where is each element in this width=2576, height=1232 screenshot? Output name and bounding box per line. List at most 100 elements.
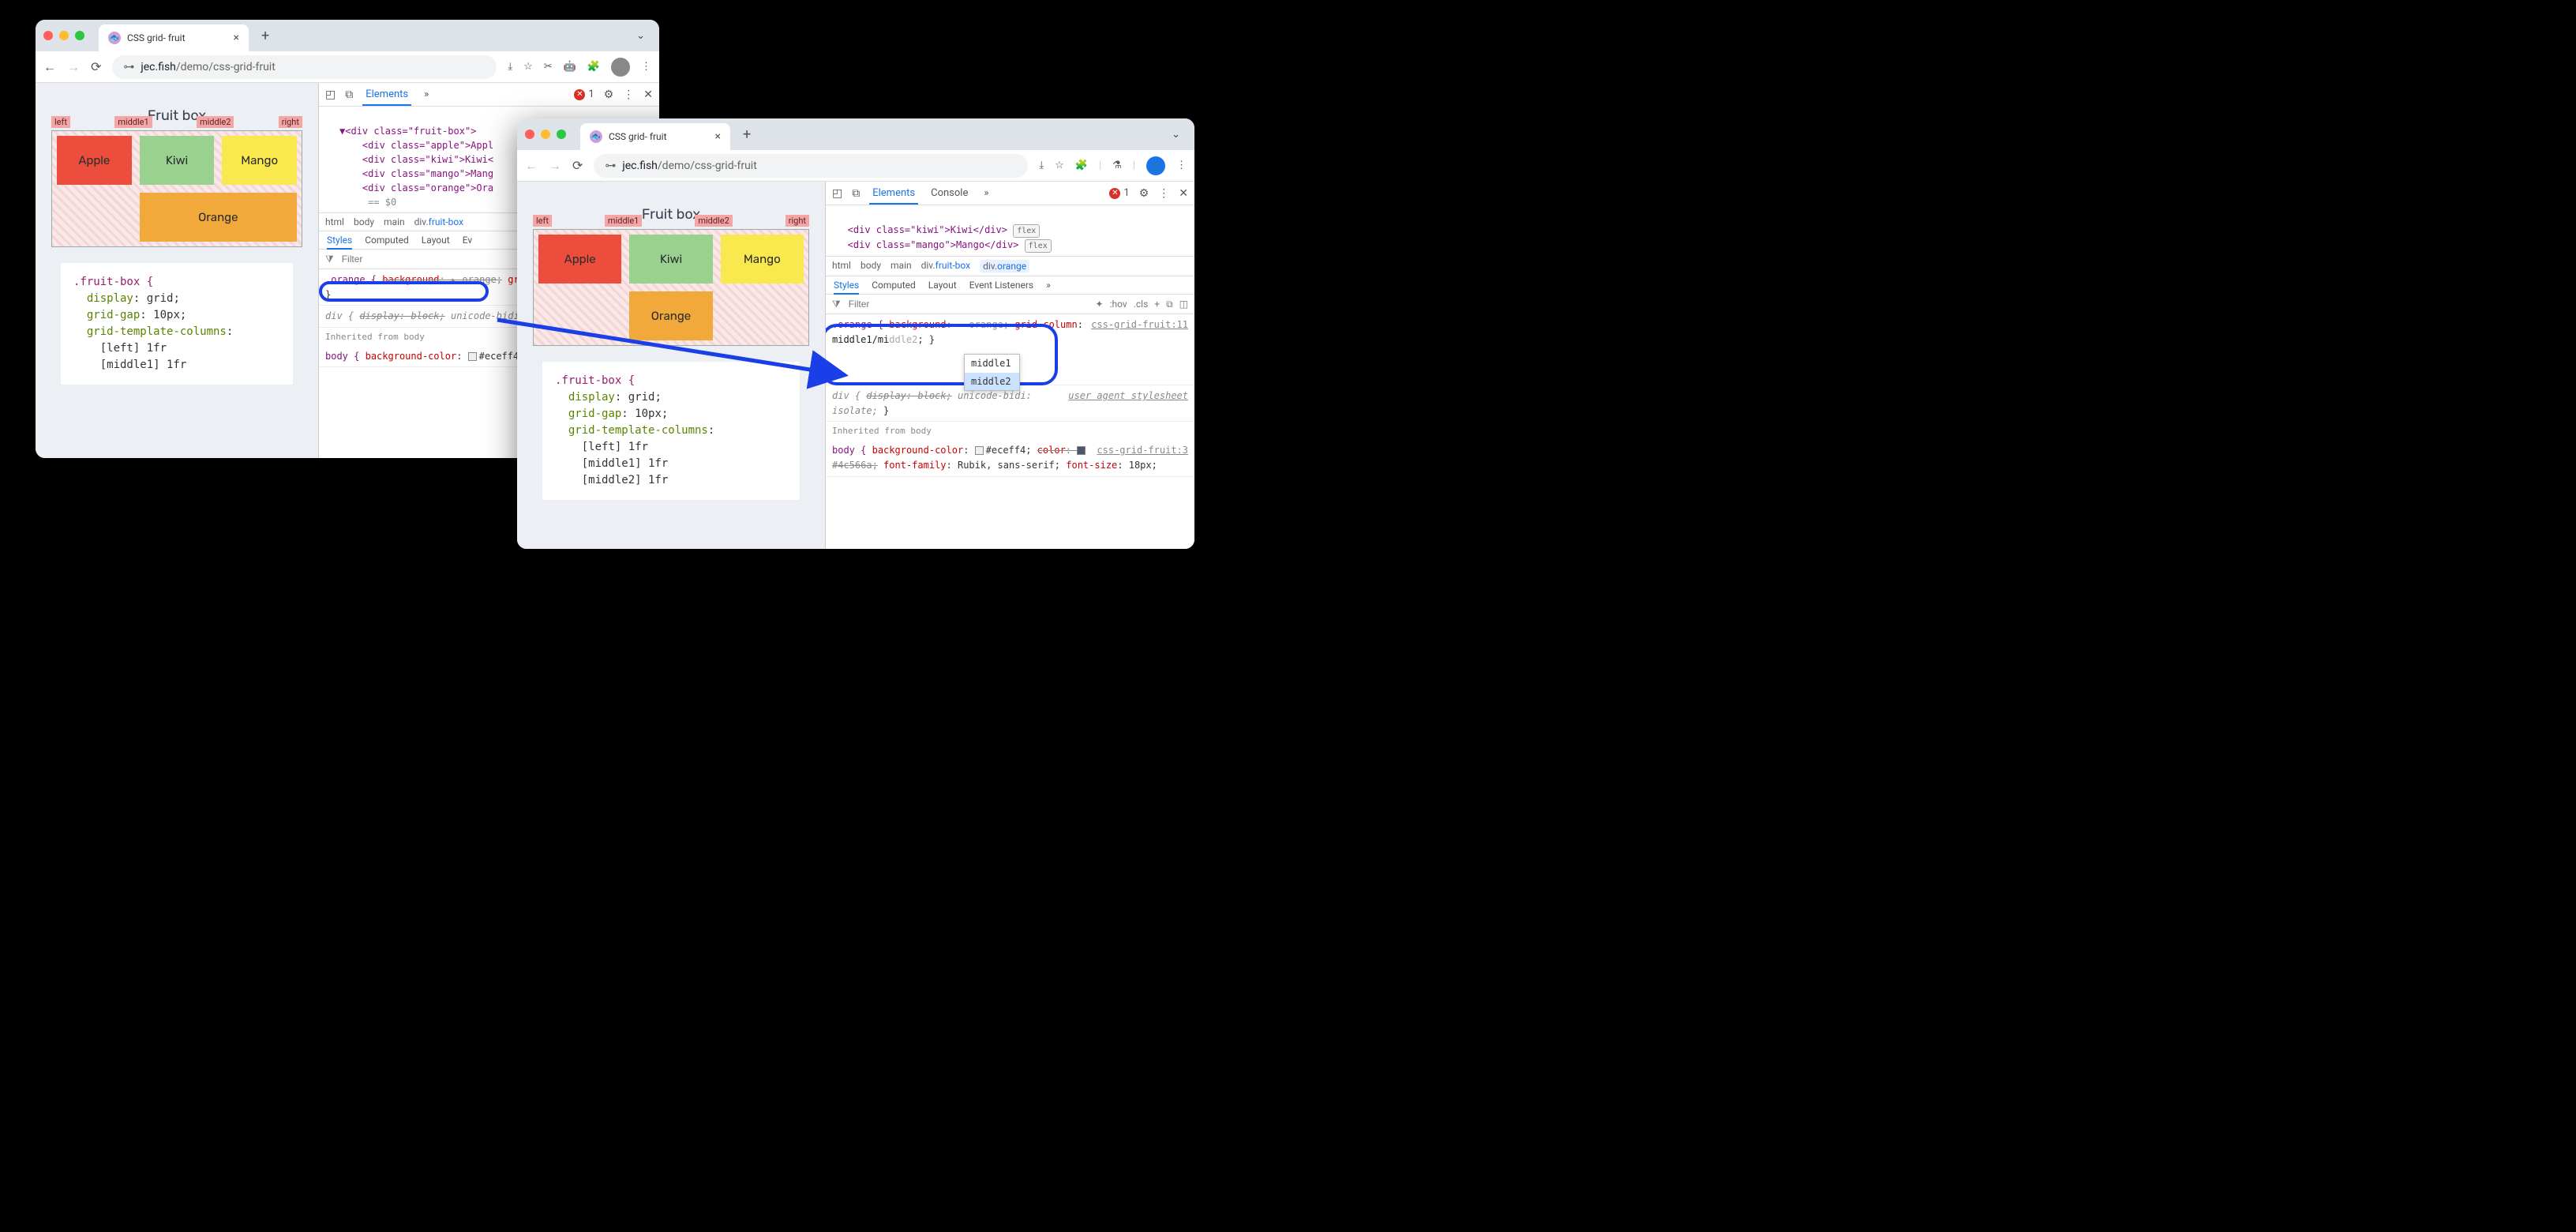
kebab-menu-icon[interactable]: ⋮ (1176, 160, 1187, 171)
new-tab-button[interactable]: + (255, 28, 276, 44)
kebab-icon[interactable]: ⋮ (623, 88, 634, 101)
crumb[interactable]: body (354, 216, 374, 227)
crumb[interactable]: html (325, 216, 344, 227)
close-window-button[interactable] (43, 31, 53, 40)
forward-icon[interactable]: → (549, 158, 561, 174)
kebab-icon[interactable]: ⋮ (1158, 187, 1169, 200)
reload-icon[interactable]: ⟳ (91, 59, 101, 74)
gear-icon[interactable]: ⚙ (604, 88, 614, 101)
flex-badge[interactable]: flex (1025, 239, 1052, 253)
styles-subtabs: Styles Computed Layout Event Listeners » (826, 276, 1194, 295)
devtools-tab-elements[interactable]: Elements (869, 187, 918, 205)
scissors-icon[interactable]: ✂ (544, 61, 553, 73)
cell-orange: Orange (140, 193, 297, 242)
devtools-tabs-overflow[interactable]: » (421, 88, 432, 100)
maximize-window-button[interactable] (75, 31, 84, 40)
devtools-tab-console[interactable]: Console (928, 187, 971, 199)
url-host: jec.fish (141, 61, 176, 73)
install-icon[interactable]: ⤓ (508, 61, 512, 73)
tab-close-icon[interactable]: × (234, 32, 239, 44)
subtab-overflow[interactable]: » (1046, 280, 1051, 291)
crumb[interactable]: html (832, 260, 851, 272)
bookmark-icon[interactable]: ☆ (1055, 160, 1064, 171)
gear-icon[interactable]: ⚙ (1139, 187, 1149, 200)
subtab-eventlisteners[interactable]: Event Listeners (969, 280, 1033, 291)
gridline-label: left (51, 116, 70, 128)
minimize-window-button[interactable] (541, 130, 550, 139)
forward-icon[interactable]: → (67, 59, 80, 75)
crumb[interactable]: body (861, 260, 881, 272)
subtab-layout[interactable]: Layout (422, 235, 450, 246)
styles-pane[interactable]: css-grid-fruit:11.orange { background: ▸… (826, 314, 1194, 549)
inspect-icon[interactable]: ◰ (325, 88, 336, 101)
url-bar: ← → ⟳ ⊶ jec.fish/demo/css-grid-fruit ⤓ ☆… (36, 51, 659, 83)
bookmark-icon[interactable]: ☆ (523, 61, 533, 73)
error-badge[interactable]: ✕1 (574, 88, 594, 100)
crumb[interactable]: div.fruit-box (414, 216, 463, 227)
site-info-icon[interactable]: ⊶ (123, 61, 134, 73)
close-window-button[interactable] (525, 130, 534, 139)
browser-tab[interactable]: 🐟 CSS grid- fruit × (580, 123, 730, 150)
crumb[interactable]: main (384, 216, 405, 227)
device-icon[interactable]: ⧉ (345, 88, 353, 101)
flex-badge[interactable]: flex (1013, 224, 1040, 238)
toolbar-right: ⤓ ☆ 🧩 | ⚗ | 👤 ⋮ (1039, 156, 1187, 175)
subtab-computed[interactable]: Computed (365, 235, 409, 246)
ai-icon[interactable]: ✦ (1096, 299, 1104, 310)
back-icon[interactable]: ← (43, 59, 56, 75)
robot-icon[interactable]: 🤖 (564, 61, 576, 73)
profile-avatar[interactable] (611, 58, 630, 77)
cls-toggle[interactable]: .cls (1134, 299, 1149, 310)
subtab-styles[interactable]: Styles (327, 235, 352, 250)
crumb[interactable]: div.orange (980, 260, 1029, 272)
new-tab-button[interactable]: + (737, 126, 757, 143)
tabs-dropdown-icon[interactable]: ⌄ (630, 30, 651, 42)
cell-apple: Apple (538, 235, 621, 284)
devtools-tab-elements[interactable]: Elements (362, 88, 411, 106)
maximize-window-button[interactable] (557, 130, 566, 139)
inspect-icon[interactable]: ◰ (832, 187, 842, 200)
new-style-icon[interactable]: + (1154, 299, 1160, 310)
crumb[interactable]: main (891, 260, 912, 272)
kebab-menu-icon[interactable]: ⋮ (641, 61, 651, 73)
autocomplete-popup[interactable]: middle1 middle2 (964, 354, 1020, 391)
tab-close-icon[interactable]: × (715, 130, 721, 143)
gridline-label: middle2 (695, 215, 732, 227)
address-input[interactable]: ⊶ jec.fish/demo/css-grid-fruit (594, 154, 1028, 178)
install-icon[interactable]: ⤓ (1039, 160, 1044, 171)
devtools-tabs-overflow[interactable]: » (981, 187, 992, 199)
computed-panel-icon[interactable]: ◫ (1179, 299, 1188, 310)
extensions-icon[interactable]: 🧩 (587, 61, 600, 73)
tabs-dropdown-icon[interactable]: ⌄ (1165, 129, 1187, 141)
address-input[interactable]: ⊶ jec.fish/demo/css-grid-fruit (112, 55, 497, 79)
subtab-computed[interactable]: Computed (872, 280, 916, 291)
rule-orange[interactable]: css-grid-fruit:11.orange { background: ▸… (826, 314, 1194, 385)
autocomplete-option[interactable]: middle2 (965, 373, 1019, 391)
hov-toggle[interactable]: :hov (1110, 299, 1127, 310)
rule-body[interactable]: css-grid-fruit:3body { background-color:… (826, 440, 1194, 476)
extensions-icon[interactable]: 🧩 (1075, 160, 1088, 171)
subtab-styles[interactable]: Styles (834, 280, 859, 295)
browser-tab[interactable]: 🐟 CSS grid- fruit × (99, 24, 249, 51)
subtab-layout[interactable]: Layout (928, 280, 957, 291)
dom-tree[interactable]: <div class="kiwi">Kiwi</div> flex <div c… (826, 205, 1194, 256)
subtab-more[interactable]: Ev (463, 235, 472, 246)
close-icon[interactable]: ✕ (1179, 187, 1188, 200)
labs-icon[interactable]: ⚗ (1112, 160, 1122, 171)
gridline-label: middle1 (605, 215, 642, 227)
minimize-window-button[interactable] (59, 31, 69, 40)
close-icon[interactable]: ✕ (643, 88, 653, 101)
gridline-label: right (279, 116, 302, 128)
copy-styles-icon[interactable]: ⧉ (1166, 299, 1173, 310)
breadcrumb[interactable]: html body main div.fruit-box div.orange (826, 256, 1194, 276)
autocomplete-option[interactable]: middle1 (965, 355, 1019, 373)
site-info-icon[interactable]: ⊶ (605, 160, 616, 172)
crumb[interactable]: div.fruit-box (921, 260, 970, 272)
filter-input[interactable] (847, 298, 1089, 310)
back-icon[interactable]: ← (525, 158, 538, 174)
device-icon[interactable]: ⧉ (852, 187, 860, 200)
profile-avatar[interactable]: 👤 (1146, 156, 1165, 175)
reload-icon[interactable]: ⟳ (572, 158, 583, 173)
traffic-lights (525, 130, 566, 139)
error-badge[interactable]: ✕1 (1109, 187, 1129, 199)
